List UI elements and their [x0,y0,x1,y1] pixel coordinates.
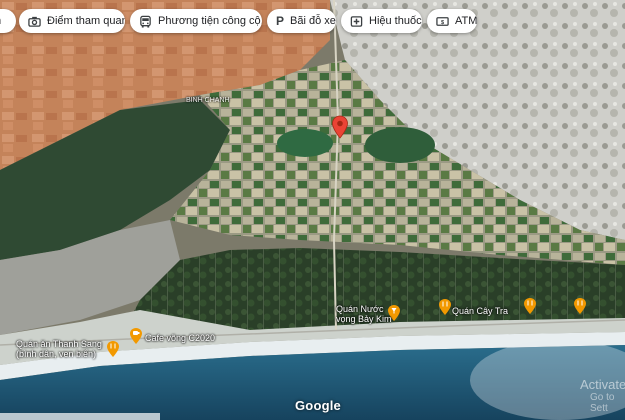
location-pin-icon[interactable] [331,115,349,139]
chip-label: Điểm tham quan [47,15,125,27]
chip-label: ATM [455,15,477,27]
bus-icon [139,14,152,28]
parking-icon: P [276,14,285,28]
place-label-line: vọng Bảy Kim [336,314,392,324]
place-label-cafe-vong[interactable]: Cafe võng C2020 [145,333,215,343]
activation-watermark: Activate [580,377,625,392]
chip-attractions[interactable]: Điểm tham quan [19,9,125,33]
place-label-line: (bình dân, ven biển) [16,349,97,359]
cafe-pin-icon[interactable] [129,327,143,345]
chip-parking[interactable]: P Bãi đỗ xe [267,9,336,33]
place-label-line: Quán Nước [336,304,384,314]
chip-label: n [0,15,1,27]
place-label-quan-nuoc[interactable]: Quán Nước vọng Bảy Kim [336,304,392,324]
chip-label: Bãi đỗ xe [290,15,336,27]
restaurant-pin-icon[interactable] [523,297,537,315]
atm-icon: $ [436,14,449,28]
place-label-quan-cay-tra[interactable]: Quán Cây Tra [452,306,508,316]
satellite-map[interactable]: n Điểm tham quan Phương tiện công cộ... … [0,0,625,420]
place-label-line: Quán ăn Thanh Sang [16,339,102,349]
activation-watermark-sub: Go to Sett [590,392,615,414]
chip-label: Hiệu thuốc [369,15,422,27]
pharmacy-icon [350,14,363,28]
chip-transit[interactable]: Phương tiện công cộ... [130,9,262,33]
restaurant-pin-icon[interactable] [106,340,120,358]
restaurant-pin-icon[interactable] [573,297,587,315]
google-logo: Google [295,398,341,413]
place-label-thanh-sang[interactable]: Quán ăn Thanh Sang (bình dân, ven biển) [16,339,102,359]
chip-label: Phương tiện công cộ... [158,15,262,27]
restaurant-pin-icon[interactable] [438,298,452,316]
area-label: BINH CHANH [186,97,230,104]
camera-icon [28,14,41,28]
chip-pharmacy[interactable]: Hiệu thuốc [341,9,422,33]
chip-atm[interactable]: $ ATM [427,9,477,33]
horizontal-scrollbar[interactable] [0,413,160,420]
chip-partial[interactable]: n [0,9,16,33]
category-chips: n Điểm tham quan Phương tiện công cộ... … [0,9,625,33]
